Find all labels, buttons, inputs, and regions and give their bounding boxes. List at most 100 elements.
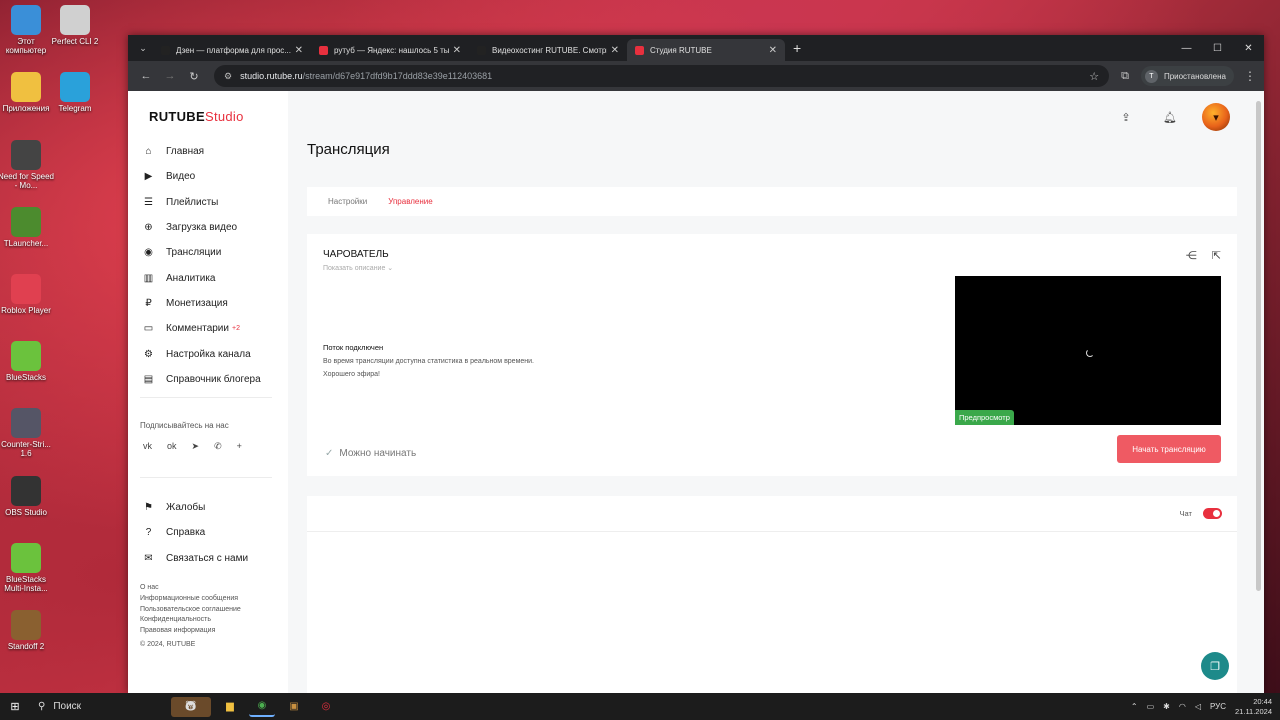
user-avatar[interactable]: ▾ [1202,103,1230,131]
volume-icon[interactable]: ◁ [1195,702,1201,711]
profile-button[interactable]: T Приостановлена [1140,66,1234,86]
desktop-icon-label: Standoff 2 [7,642,45,651]
tab-close-icon[interactable]: ✕ [769,45,777,56]
widgets-icon[interactable]: 🐻︎ [171,696,211,717]
sidebar-item-label: Справочник блогера [166,373,261,385]
upload-header-icon[interactable]: ⇪ [1114,105,1138,129]
back-button[interactable]: ← [136,70,156,82]
forward-button[interactable]: → [160,70,180,82]
sidebar-item-label: Видео [166,171,196,183]
clock[interactable]: 20:44 21.11.2024 [1235,697,1272,717]
desktop-icon[interactable]: Telegram [46,72,104,113]
sidebar-item-label: Загрузка видео [166,222,238,234]
tray-chevron-icon[interactable]: ⌃ [1131,702,1138,711]
maximize-button[interactable]: ☐ [1202,35,1233,61]
desktop-icon[interactable]: OBS Studio [0,476,55,517]
footer-link[interactable]: О нас [140,583,241,594]
url-field[interactable]: ⚙ studio.rutube.ru/stream/d67e917dfd9b17… [214,65,1110,87]
tab-search-button[interactable]: ⌄ [133,39,153,57]
start-stream-button[interactable]: Начать трансляцию [1117,435,1221,463]
footer-link[interactable]: Правовая информация [140,626,241,637]
desktop-app-icon [60,72,90,102]
browser-tab[interactable]: рутуб — Яндекс: нашлось 5 ты... ✕ [311,39,469,61]
bookmark-star-icon[interactable]: ☆ [1089,70,1099,83]
sidebar-item[interactable]: ⚙ Настройка канала [142,341,261,366]
sidebar-item[interactable]: ? Справка [142,520,248,545]
language-indicator[interactable]: РУС [1210,702,1226,711]
minecraft-icon[interactable]: ▣ [281,697,307,717]
reload-button[interactable]: ↻ [184,70,204,83]
sidebar-item[interactable]: ⌂ Главная [142,139,261,164]
notifications-bell-icon[interactable]: 🔔︎ [1158,105,1182,129]
page-tab[interactable]: Управление [388,197,432,206]
close-window-button[interactable]: ✕ [1233,35,1264,61]
sidebar-item[interactable]: ▶ Видео [142,164,261,189]
support-chat-icon[interactable]: ❐ [1201,652,1229,680]
sidebar-divider [140,477,272,478]
browser-tab[interactable]: Студия RUTUBE ✕ [627,39,785,61]
new-tab-button[interactable]: + [793,40,801,56]
desktop-app-icon [11,476,41,506]
tab-close-icon[interactable]: ✕ [453,45,461,56]
desktop-icon[interactable]: Need for Speed - Mo... [0,140,55,190]
chat-toggle[interactable] [1203,508,1222,519]
stream-status-line: Во время трансляции доступна статистика … [323,358,534,365]
desktop-icon[interactable]: Perfect CLI 2 [46,5,104,46]
browser-tab[interactable]: Дзен — платформа для прос... ✕ [153,39,311,61]
desktop-icon[interactable]: Counter-Stri... 1.6 [0,408,55,458]
sidebar-item[interactable]: ✉ Связаться с нами [142,546,248,571]
search-label: Поиск [53,701,82,712]
rutube-studio-logo[interactable]: RUTUBEStudio [149,109,244,124]
url-host: studio.rutube.ru [240,71,303,81]
sidebar-item[interactable]: ☰ Плейлисты [142,190,261,215]
stream-preview[interactable]: Предпросмотр [955,276,1221,425]
sidebar-item[interactable]: ₽ Монетизация [142,291,261,316]
open-external-icon[interactable]: ⇱ [1212,249,1221,262]
tab-close-icon[interactable]: ✕ [611,45,619,56]
profile-status: Приостановлена [1163,71,1226,81]
desktop-icon[interactable]: BlueStacks [0,341,55,382]
social-ok-icon[interactable]: ok [167,441,177,452]
desktop-icon[interactable]: Roblox Player [0,274,55,315]
site-info-icon[interactable]: ⚙ [224,71,232,82]
extensions-icon[interactable]: ⧉ [1121,70,1129,83]
social-more-icon[interactable]: + [237,441,242,452]
chat-header: Чат [307,496,1237,532]
start-button[interactable]: ⊞ [0,700,30,713]
browser-tab[interactable]: Видеохостинг RUTUBE. Смотри... ✕ [469,39,627,61]
file-explorer-icon[interactable]: ▆ [217,697,243,717]
home-icon: ⌂ [145,146,152,158]
minimize-button[interactable]: — [1171,35,1202,61]
desktop-icon[interactable]: TLauncher... [0,207,55,248]
footer-link[interactable]: Пользовательское соглашение [140,605,241,616]
page-tab[interactable]: Настройки [328,197,367,206]
sidebar-item[interactable]: ▤ Справочник блогера [142,367,261,392]
tab-favicon-icon [161,45,170,55]
social-vb-icon[interactable]: ✆ [214,441,222,452]
social-vk-icon[interactable]: vk [143,441,152,452]
chrome-icon[interactable]: ◉ [249,697,275,717]
tab-close-icon[interactable]: ✕ [295,45,303,56]
desktop-icon[interactable]: Standoff 2 [0,610,55,651]
handbook-icon: ▤ [143,373,154,385]
sidebar-item[interactable]: ▥ Аналитика [142,265,261,290]
comments-icon: ▭ [143,323,154,335]
wifi-icon[interactable]: ◠ [1179,702,1186,711]
sidebar-item[interactable]: ◉ Трансляции [142,240,261,265]
bluetooth-icon[interactable]: ✱ [1163,702,1170,711]
sidebar-item[interactable]: ▭ Комментарии +2 [142,316,261,341]
network-icon[interactable]: ▭ [1147,702,1155,711]
desktop-app-icon [11,72,41,102]
browser-menu-icon[interactable]: ⋮ [1244,69,1256,83]
share-icon[interactable]: ⋲ [1186,249,1197,262]
taskbar-search[interactable]: ⚲ Поиск [38,701,168,712]
page-scrollbar[interactable] [1256,101,1261,591]
desktop-icon[interactable]: BlueStacks Multi-Insta... [0,543,55,593]
footer-link[interactable]: Конфиденциальность [140,615,241,626]
app-icon[interactable]: ◎ [313,697,339,717]
sidebar-item[interactable]: ⚑ Жалобы [142,495,248,520]
show-description-link[interactable]: Показать описание ⌄ [323,264,393,272]
sidebar-item[interactable]: ⊕ Загрузка видео [142,215,261,240]
footer-link[interactable]: Информационные сообщения [140,594,241,605]
social-tg-icon[interactable]: ➤ [192,441,200,452]
